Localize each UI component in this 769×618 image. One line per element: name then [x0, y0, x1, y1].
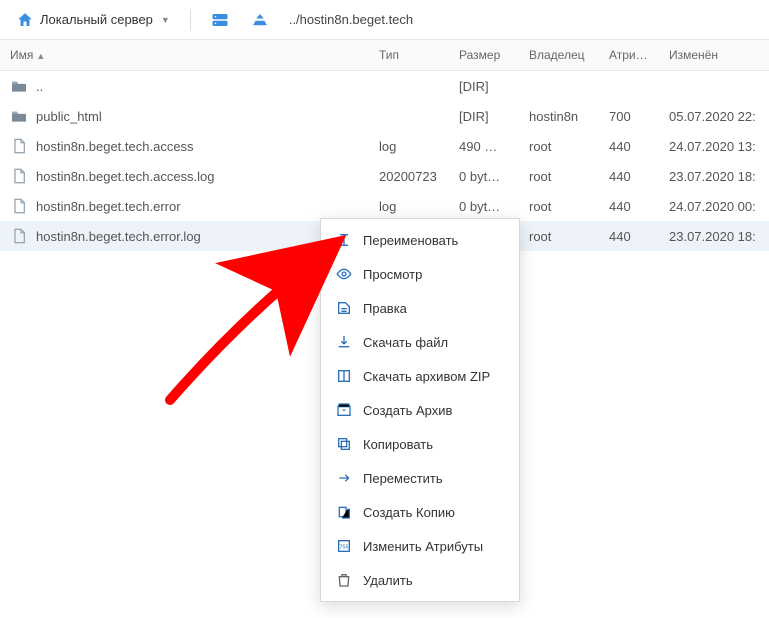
home-icon: [16, 11, 34, 29]
chevron-down-icon: ▼: [161, 15, 170, 25]
file-size: 0 byt…: [449, 191, 519, 221]
context-item-label: Создать Копию: [363, 505, 455, 520]
server-label: Локальный сервер: [40, 12, 153, 27]
file-owner: hostin8n: [519, 101, 599, 131]
file-size: [DIR]: [449, 101, 519, 131]
file-icon: [10, 137, 28, 155]
archive-icon: [335, 401, 353, 419]
folder-up-icon: [10, 77, 28, 95]
context-item-label: Копировать: [363, 437, 433, 452]
context-item-download-zip[interactable]: Скачать архивом ZIP: [321, 359, 519, 393]
file-size: 490 …: [449, 131, 519, 161]
context-item-edit[interactable]: Правка: [321, 291, 519, 325]
edit-icon: [335, 299, 353, 317]
download-icon: [335, 333, 353, 351]
file-attr: [599, 71, 659, 102]
context-item-label: Переименовать: [363, 233, 458, 248]
context-item-view[interactable]: Просмотр: [321, 257, 519, 291]
file-type: log: [369, 131, 449, 161]
table-row[interactable]: hostin8n.beget.tech.access log490 …root44…: [0, 131, 769, 161]
file-owner: root: [519, 191, 599, 221]
context-item-label: Изменить Атрибуты: [363, 539, 483, 554]
file-name: public_html: [36, 109, 102, 124]
file-icon: [10, 227, 28, 245]
file-type: log: [369, 191, 449, 221]
attributes-icon: 755: [335, 537, 353, 555]
file-attr: 440: [599, 161, 659, 191]
file-attr: 700: [599, 101, 659, 131]
copy-icon: [335, 435, 353, 453]
table-row[interactable]: public_html [DIR]hostin8n70005.07.2020 22…: [0, 101, 769, 131]
file-size: 0 byt…: [449, 161, 519, 191]
table-header-row: Имя▲ Тип Размер Владелец Атри… Изменён: [0, 40, 769, 71]
context-item-label: Просмотр: [363, 267, 422, 282]
table-row[interactable]: .. [DIR]: [0, 71, 769, 102]
context-item-label: Скачать файл: [363, 335, 448, 350]
server-selector[interactable]: Локальный сервер ▼: [8, 7, 178, 33]
file-modified: [659, 71, 769, 102]
col-header-size[interactable]: Размер: [449, 40, 519, 71]
toolbar-separator: [190, 9, 191, 31]
context-item-archive[interactable]: Создать Архив: [321, 393, 519, 427]
context-item-delete[interactable]: Удалить: [321, 563, 519, 597]
col-header-owner[interactable]: Владелец: [519, 40, 599, 71]
file-size: [DIR]: [449, 71, 519, 102]
context-item-duplicate[interactable]: Создать Копию: [321, 495, 519, 529]
file-modified: 23.07.2020 18:: [659, 161, 769, 191]
table-row[interactable]: hostin8n.beget.tech.error log0 byt…root44…: [0, 191, 769, 221]
col-header-attr[interactable]: Атри…: [599, 40, 659, 71]
folder-icon: [10, 107, 28, 125]
delete-icon: [335, 571, 353, 589]
toolbar: Локальный сервер ▼ ../hostin8n.beget.tec…: [0, 0, 769, 40]
file-name: hostin8n.beget.tech.error.log: [36, 229, 201, 244]
move-icon: [335, 469, 353, 487]
rename-icon: [335, 231, 353, 249]
context-item-label: Скачать архивом ZIP: [363, 369, 490, 384]
file-icon: [10, 167, 28, 185]
col-header-name[interactable]: Имя▲: [0, 40, 369, 71]
file-icon: [10, 197, 28, 215]
up-button[interactable]: [243, 8, 277, 32]
duplicate-icon: [335, 503, 353, 521]
col-header-type[interactable]: Тип: [369, 40, 449, 71]
file-attr: 440: [599, 131, 659, 161]
col-header-modified[interactable]: Изменён: [659, 40, 769, 71]
file-type: [369, 101, 449, 131]
file-owner: root: [519, 221, 599, 251]
file-owner: root: [519, 131, 599, 161]
file-name: hostin8n.beget.tech.access: [36, 139, 194, 154]
context-item-rename[interactable]: Переименовать: [321, 223, 519, 257]
context-item-label: Правка: [363, 301, 407, 316]
file-modified: 05.07.2020 22:: [659, 101, 769, 131]
file-attr: 440: [599, 221, 659, 251]
context-item-label: Создать Архив: [363, 403, 452, 418]
table-row[interactable]: hostin8n.beget.tech.access.log 202007230 …: [0, 161, 769, 191]
file-name: ..: [36, 79, 43, 94]
file-type: [369, 71, 449, 102]
file-modified: 23.07.2020 18:: [659, 221, 769, 251]
context-item-move[interactable]: Переместить: [321, 461, 519, 495]
svg-text:755: 755: [340, 545, 349, 551]
context-item-label: Переместить: [363, 471, 443, 486]
disk-button[interactable]: [203, 8, 237, 32]
file-owner: [519, 71, 599, 102]
context-item-download[interactable]: Скачать файл: [321, 325, 519, 359]
file-name: hostin8n.beget.tech.access.log: [36, 169, 215, 184]
file-attr: 440: [599, 191, 659, 221]
context-item-label: Удалить: [363, 573, 413, 588]
view-icon: [335, 265, 353, 283]
context-item-attributes[interactable]: 755 Изменить Атрибуты: [321, 529, 519, 563]
file-name: hostin8n.beget.tech.error: [36, 199, 181, 214]
file-modified: 24.07.2020 13:: [659, 131, 769, 161]
file-type: 20200723: [369, 161, 449, 191]
file-owner: root: [519, 161, 599, 191]
context-menu: Переименовать Просмотр Правка Скачать файл С…: [320, 218, 520, 602]
context-item-copy[interactable]: Копировать: [321, 427, 519, 461]
breadcrumb-path: ../hostin8n.beget.tech: [283, 12, 413, 27]
download-zip-icon: [335, 367, 353, 385]
sort-asc-icon: ▲: [36, 51, 45, 61]
file-modified: 24.07.2020 00:: [659, 191, 769, 221]
